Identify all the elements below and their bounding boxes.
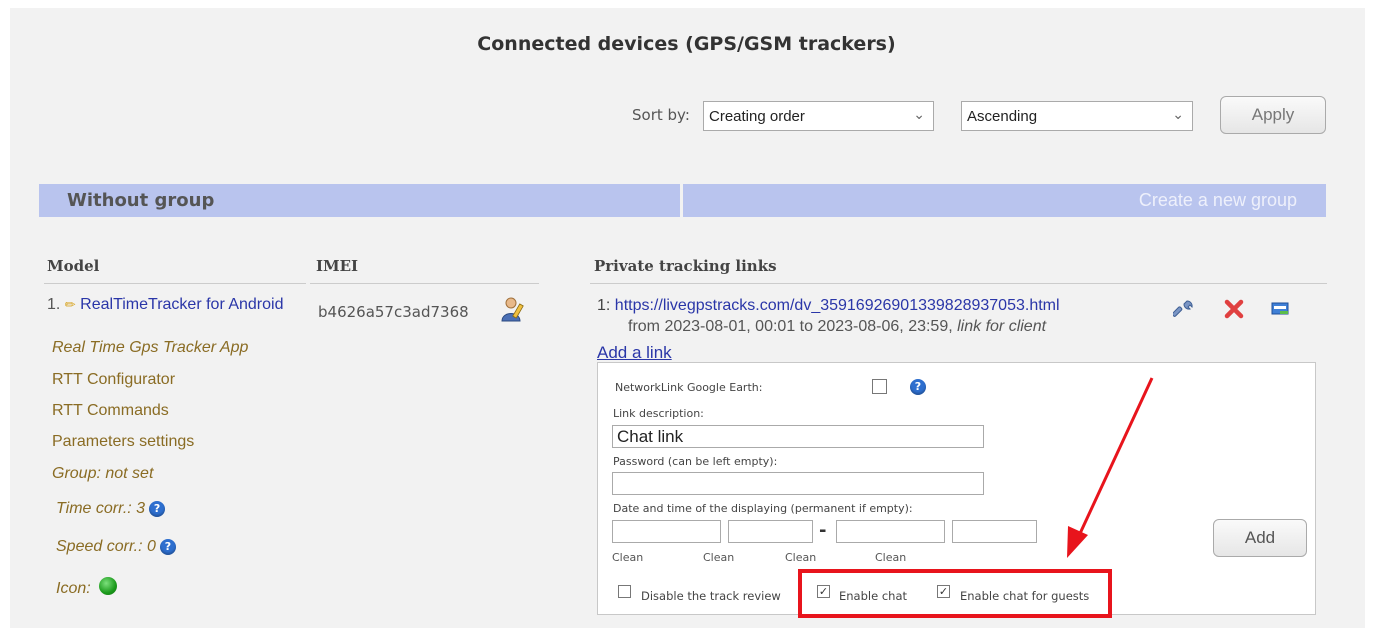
column-header-imei: IMEI xyxy=(316,257,359,275)
icon-label: Icon: xyxy=(56,580,91,597)
link-description-input[interactable]: Chat link xyxy=(612,425,984,448)
edit-field-icon[interactable] xyxy=(1269,298,1291,320)
device-app-link[interactable]: Real Time Gps Tracker App xyxy=(52,339,248,357)
device-icon-setting[interactable]: Icon: xyxy=(56,577,117,598)
clean-end-date-link[interactable]: Clean xyxy=(785,551,816,564)
end-time-input[interactable] xyxy=(952,520,1037,543)
datetime-label: Date and time of the displaying (permane… xyxy=(613,502,913,515)
column-header-links: Private tracking links xyxy=(594,257,777,275)
divider xyxy=(44,283,306,284)
page-title: Connected devices (GPS/GSM trackers) xyxy=(477,33,896,55)
pencil-icon[interactable]: ✏ xyxy=(65,297,76,312)
help-icon[interactable]: ? xyxy=(910,379,926,395)
device-number: 1. xyxy=(47,296,61,313)
sort-order-value: Creating order xyxy=(709,108,805,125)
rtt-commands-link[interactable]: RTT Commands xyxy=(52,402,169,420)
tracking-link-row: 1: https://livegpstracks.com/dv_35916926… xyxy=(597,297,1060,315)
tracking-link-number: 1: xyxy=(597,297,611,314)
device-name: RealTimeTracker for Android xyxy=(80,296,284,313)
highlight-box xyxy=(798,569,1112,618)
apply-button[interactable]: Apply xyxy=(1220,96,1326,134)
clean-start-date-link[interactable]: Clean xyxy=(612,551,643,564)
time-correction-label: Time corr.: 3 xyxy=(56,500,146,517)
speed-correction-label: Speed corr.: 0 xyxy=(56,538,156,555)
disable-track-review-checkbox[interactable] xyxy=(618,585,631,598)
clean-start-time-link[interactable]: Clean xyxy=(703,551,734,564)
help-icon[interactable]: ? xyxy=(149,501,166,517)
parameters-settings-link[interactable]: Parameters settings xyxy=(52,433,194,451)
networklink-checkbox[interactable] xyxy=(872,379,887,394)
imei-value: b4626a57c3ad7368 xyxy=(318,303,469,321)
sort-direction-value: Ascending xyxy=(967,108,1038,125)
start-time-input[interactable] xyxy=(728,520,813,543)
group-setting-link[interactable]: Group: not set xyxy=(52,465,153,483)
end-date-input[interactable] xyxy=(836,520,945,543)
sort-direction-select[interactable]: Ascending ⌄ xyxy=(961,101,1193,131)
help-icon[interactable]: ? xyxy=(159,539,176,555)
create-group-link[interactable]: Create a new group xyxy=(1139,190,1297,211)
green-circle-icon[interactable] xyxy=(98,577,117,595)
chevron-down-icon: ⌄ xyxy=(913,106,925,122)
rtt-configurator-link[interactable]: RTT Configurator xyxy=(52,371,175,389)
divider xyxy=(590,283,1327,284)
sort-order-select[interactable]: Creating order ⌄ xyxy=(703,101,934,131)
range-separator: - xyxy=(819,520,827,541)
disable-track-review-label: Disable the track review xyxy=(641,589,781,603)
person-edit-icon[interactable] xyxy=(500,296,526,322)
tracking-link-type: link for client xyxy=(957,318,1047,335)
delete-icon[interactable] xyxy=(1223,298,1245,320)
wrench-icon[interactable] xyxy=(1173,298,1195,320)
speed-correction[interactable]: Speed corr.: 0? xyxy=(56,538,176,556)
add-link-link[interactable]: Add a link xyxy=(597,343,672,363)
column-header-model: Model xyxy=(47,257,100,275)
time-correction[interactable]: Time corr.: 3? xyxy=(56,500,166,518)
divider xyxy=(310,283,539,284)
link-description-label: Link description: xyxy=(613,407,704,420)
group-title: Without group xyxy=(67,190,215,211)
tracking-link-url[interactable]: https://livegpstracks.com/dv_35916926901… xyxy=(615,297,1060,314)
tracking-link-period: from 2023-08-01, 00:01 to 2023-08-06, 23… xyxy=(628,318,953,335)
password-label: Password (can be left empty): xyxy=(613,455,778,468)
chevron-down-icon: ⌄ xyxy=(1172,106,1184,122)
clean-end-time-link[interactable]: Clean xyxy=(875,551,906,564)
device-name-link[interactable]: 1. ✏ RealTimeTracker for Android xyxy=(47,295,287,314)
tracking-link-details: from 2023-08-01, 00:01 to 2023-08-06, 23… xyxy=(628,318,1046,336)
networklink-label: NetworkLink Google Earth: xyxy=(615,381,763,394)
password-input[interactable] xyxy=(612,472,984,495)
sort-label: Sort by: xyxy=(632,106,690,124)
add-button[interactable]: Add xyxy=(1213,519,1307,557)
start-date-input[interactable] xyxy=(612,520,721,543)
